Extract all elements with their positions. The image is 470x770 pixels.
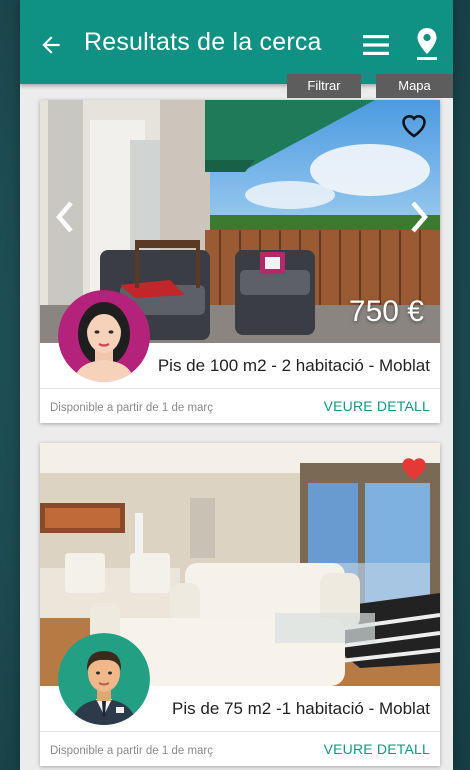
listing-title: Pis de 100 m2 - 2 habitació - Moblat xyxy=(157,356,430,375)
listing-card[interactable]: Pis de 75 m2 -1 habitació - Moblat Dispo… xyxy=(40,443,440,766)
view-detail-button[interactable]: VEURE DETALL xyxy=(324,398,430,414)
app-bar: Resultats de la cerca xyxy=(20,0,453,84)
availability-text: Disponible a partir de 1 de març xyxy=(50,402,213,414)
listing-card[interactable]: 750 € Pis de 100 m2 - 2 habitació - Mobl… xyxy=(40,100,440,423)
listing-title: Pis de 75 m2 -1 habitació - Moblat xyxy=(172,699,430,718)
filter-tooltip: Filtrar xyxy=(287,74,361,98)
chevron-left-icon[interactable] xyxy=(54,200,76,234)
listing-price: 750 € xyxy=(348,295,424,328)
page-title: Resultats de la cerca xyxy=(84,28,322,56)
map-pin-icon[interactable] xyxy=(415,27,439,61)
agent-avatar xyxy=(58,633,150,725)
availability-text: Disponible a partir de 1 de març xyxy=(50,745,213,757)
agent-avatar xyxy=(58,290,150,382)
card-divider xyxy=(40,731,440,732)
arrow-left-icon[interactable] xyxy=(38,32,64,58)
chevron-right-icon[interactable] xyxy=(408,200,430,234)
favorite-filled-icon[interactable] xyxy=(400,455,428,481)
card-divider xyxy=(40,388,440,389)
menu-icon[interactable] xyxy=(362,31,390,59)
app-screen: Resultats de la cerca Filtrar Mapa 750 €… xyxy=(20,0,453,770)
map-tooltip: Mapa xyxy=(376,74,453,98)
favorite-outline-icon[interactable] xyxy=(400,112,428,138)
view-detail-button[interactable]: VEURE DETALL xyxy=(324,741,430,757)
